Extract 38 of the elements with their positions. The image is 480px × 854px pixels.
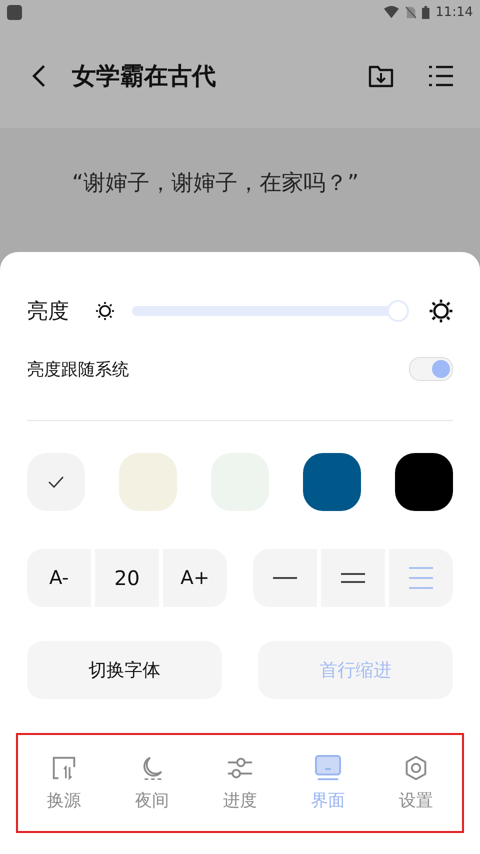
- spacing-icon: [408, 567, 434, 589]
- brightness-label: 亮度: [27, 298, 69, 325]
- book-title: 女学霸在古代: [72, 61, 217, 92]
- spacing-icon: [340, 573, 366, 583]
- option-button[interactable]: 首行缩进: [258, 641, 453, 699]
- check-icon: [48, 476, 64, 488]
- sun-icon: [429, 299, 453, 323]
- decrease-font-button[interactable]: A-: [27, 549, 91, 607]
- increase-font-button[interactable]: A+: [163, 549, 227, 607]
- notification-icon: [7, 4, 22, 20]
- battery-icon: [422, 6, 430, 18]
- wifi-icon: [384, 6, 399, 18]
- sun-icon: [95, 301, 115, 321]
- nav-tab[interactable]: 换源: [20, 743, 108, 829]
- sliders-icon: [227, 755, 253, 781]
- font-size-value: 20: [95, 549, 159, 607]
- status-time: 11:14: [436, 4, 473, 20]
- option-button[interactable]: 切换字体: [27, 641, 222, 699]
- no-sim-icon: [404, 6, 416, 18]
- swap-icon: [51, 755, 77, 781]
- menu-icon[interactable]: [428, 63, 454, 89]
- settings-icon: [403, 755, 429, 781]
- nav-tab[interactable]: 界面: [284, 743, 372, 829]
- line-spacing-button[interactable]: [321, 549, 385, 607]
- slider-thumb[interactable]: [386, 300, 409, 322]
- story-paragraph: “谢婶子，谢婶子，在家吗？”: [72, 170, 360, 198]
- nav-tab[interactable]: 进度: [196, 743, 284, 829]
- back-icon[interactable]: [32, 64, 46, 88]
- toggle-switch[interactable]: [409, 357, 453, 381]
- theme-swatch[interactable]: [303, 453, 361, 511]
- theme-swatch[interactable]: [119, 453, 177, 511]
- nav-tab[interactable]: 设置: [372, 743, 460, 829]
- theme-swatch[interactable]: [395, 453, 453, 511]
- screen-icon: [315, 755, 341, 781]
- nav-tab[interactable]: 夜间: [108, 743, 196, 829]
- follow-system-label: 亮度跟随系统: [27, 358, 129, 380]
- download-folder-icon[interactable]: [368, 63, 394, 89]
- theme-swatch[interactable]: [27, 453, 85, 511]
